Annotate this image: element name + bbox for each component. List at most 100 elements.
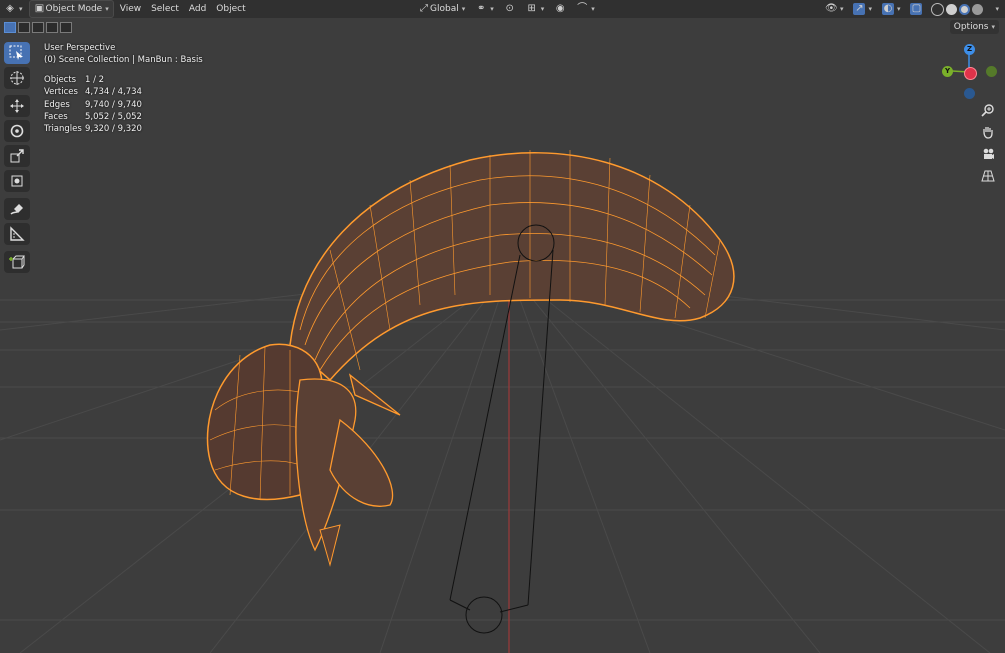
stat-value: 4,734 / 4,734 (85, 87, 142, 98)
cursor-tool[interactable] (4, 67, 30, 89)
options-dropdown[interactable]: Options ▾ (949, 20, 999, 34)
wireframe-shading-icon[interactable] (931, 2, 945, 16)
stat-label: Edges (44, 99, 70, 110)
chevron-down-icon: ▾ (896, 5, 901, 13)
navigation-buttons (978, 100, 1000, 188)
select-subtract-icon[interactable] (32, 21, 44, 33)
chevron-down-icon: ▾ (19, 5, 23, 13)
hand-icon (983, 126, 993, 139)
navigation-gizmo[interactable]: Z Y (940, 42, 1000, 102)
ruler-icon (10, 226, 25, 241)
editor-type-button[interactable]: ◈ ▾ (0, 1, 27, 17)
chevron-down-icon: ▾ (105, 5, 109, 13)
eye-icon: 👁 (824, 3, 838, 14)
scale-tool[interactable] (4, 145, 30, 167)
editor-type-icon: ◈ (6, 3, 14, 14)
perspective-toggle-button[interactable] (978, 166, 998, 185)
stat-row: Triangles 9,320 / 9,320 (44, 123, 203, 135)
annotate-tool[interactable] (4, 198, 30, 220)
neg-y-axis-button[interactable] (986, 66, 997, 77)
pivot-icon: ⚭ (477, 3, 486, 14)
transform-tool[interactable] (4, 170, 30, 192)
z-axis-label: Z (966, 45, 973, 53)
3d-viewport[interactable]: ◈ ▾ ▣ Object Mode ▾ View Select Add Objec… (0, 0, 1005, 653)
select-extend-icon[interactable] (18, 21, 30, 33)
menu-object[interactable]: Object (212, 1, 249, 17)
rotate-icon (10, 124, 24, 138)
y-axis-label: Y (944, 67, 951, 75)
overlays-toggle[interactable]: ◐ ▾ (878, 1, 905, 17)
solid-shading-icon[interactable] (946, 3, 958, 15)
stat-value: 5,052 / 5,052 (85, 112, 142, 123)
tool-shelf (4, 42, 32, 276)
stat-label: Objects (44, 74, 77, 85)
z-axis-button[interactable]: Z (964, 44, 975, 55)
view-name: User Perspective (44, 43, 116, 53)
transform-icon (11, 175, 23, 187)
chevron-down-icon: ▾ (490, 5, 494, 13)
collection-info: (0) Scene Collection | ManBun : Basis (44, 55, 203, 66)
proportional-edit-toggle[interactable]: ◉ (550, 1, 570, 17)
chevron-down-icon: ▾ (461, 5, 466, 13)
zoom-icon (981, 103, 994, 117)
xray-icon: ▢ (910, 3, 923, 15)
floor-grid (0, 269, 1005, 653)
add-cube-tool[interactable] (4, 251, 30, 273)
shading-buttons (928, 1, 986, 17)
snap-increment-icon: ⊞ (527, 3, 536, 14)
selection-mode-row (4, 20, 74, 34)
zoom-button[interactable] (978, 100, 998, 119)
x-axis-button[interactable] (964, 67, 977, 80)
mode-label: Object Mode (45, 4, 103, 14)
pencil-icon (10, 204, 23, 215)
falloff-curve-icon: ⌒ (577, 3, 588, 14)
stat-row: Objects 1 / 2 (44, 74, 203, 86)
overlays-icon: ◐ (881, 3, 894, 15)
gizmo-toggle[interactable]: ↗ ▾ (849, 1, 876, 17)
select-cursor-icon (9, 45, 23, 60)
neg-z-axis-button[interactable] (964, 88, 975, 99)
add-cube-icon (9, 255, 25, 269)
select-difference-icon[interactable] (46, 21, 58, 33)
select-intersect-icon[interactable] (60, 21, 72, 33)
measure-tool[interactable] (4, 223, 30, 245)
y-axis-button[interactable]: Y (942, 66, 953, 77)
material-shading-icon[interactable] (959, 3, 971, 15)
camera-icon (983, 148, 994, 159)
rendered-shading-icon[interactable] (972, 3, 984, 15)
stat-label: Vertices (44, 87, 78, 98)
menu-view[interactable]: View (116, 1, 145, 17)
pivot-point-dropdown[interactable]: ⚭ ▾ (471, 1, 498, 17)
move-arrows-icon (10, 99, 24, 113)
transform-orientation-dropdown[interactable]: ⤢ Global ▾ (414, 1, 469, 17)
stat-label: Triangles (44, 124, 82, 135)
3d-cursor-icon (10, 71, 24, 85)
stat-label: Faces (44, 112, 68, 123)
mode-selector[interactable]: ▣ Object Mode ▾ (28, 0, 114, 18)
object-mode-icon: ▣ (34, 3, 45, 14)
stat-row: Faces 5,052 / 5,052 (44, 111, 203, 123)
visibility-dropdown[interactable]: 👁 ▾ (821, 1, 848, 17)
camera-view-button[interactable] (978, 144, 998, 163)
xray-toggle[interactable]: ▢ (906, 1, 926, 17)
chevron-down-icon: ▾ (839, 5, 844, 13)
pan-button[interactable] (978, 122, 998, 141)
grid-perspective-icon (981, 170, 995, 181)
falloff-dropdown[interactable]: ⌒ ▾ (572, 1, 599, 17)
snap-target-dropdown[interactable]: ⊞ ▾ (522, 1, 549, 17)
menu-select[interactable]: Select (147, 1, 183, 17)
rotate-tool[interactable] (4, 120, 30, 142)
menu-add[interactable]: Add (185, 1, 210, 17)
hair-mesh (206, 150, 735, 567)
proportional-edit-icon: ◉ (555, 3, 565, 14)
gizmo-icon: ↗ (853, 3, 866, 15)
move-tool[interactable] (4, 95, 30, 117)
stat-row: Edges 9,740 / 9,740 (44, 99, 203, 111)
stat-value: 9,320 / 9,320 (85, 124, 142, 135)
stat-value: 1 / 2 (85, 74, 105, 85)
select-box-tool[interactable] (4, 42, 30, 64)
select-new-icon[interactable] (4, 21, 16, 33)
snap-toggle[interactable]: ⊙ (500, 1, 520, 17)
shading-options-dropdown[interactable]: ▾ (988, 1, 1003, 17)
viewport-header: ◈ ▾ ▣ Object Mode ▾ View Select Add Objec… (0, 0, 1005, 18)
